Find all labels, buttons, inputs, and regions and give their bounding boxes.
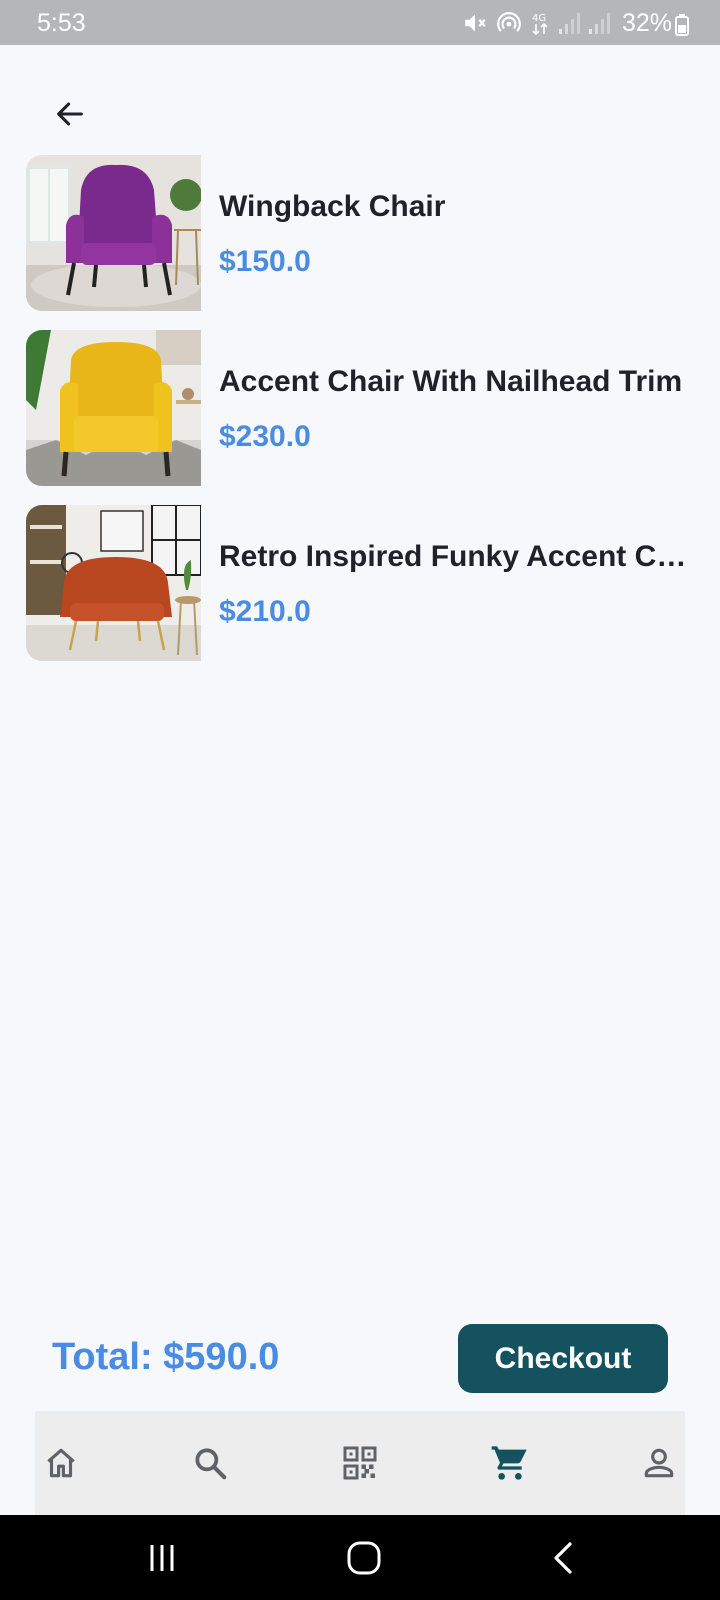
status-icons: 4G 32% [462,8,672,38]
4g-icon: 4G [532,13,548,36]
home-icon [47,1448,75,1478]
checkout-button[interactable]: Checkout [458,1324,668,1393]
nav-home[interactable] [37,1439,85,1487]
status-bar: 5:53 4G 32% [0,0,720,45]
search-icon [195,1448,227,1480]
profile-icon [644,1448,674,1478]
recent-apps-button[interactable] [132,1537,192,1579]
nav-qr-scan[interactable] [336,1439,384,1487]
product-image [26,330,201,486]
arrow-back-icon [57,102,83,126]
product-price: $210.0 [219,595,311,628]
back-button[interactable] [44,88,96,140]
signal-icon [558,13,580,34]
product-name: Accent Chair With Nailhead Trim [219,365,683,398]
nav-profile[interactable] [635,1439,683,1487]
product-name: Wingback Chair [219,190,446,223]
product-image [26,505,201,661]
system-navigation-bar [0,1515,720,1600]
battery-icon [675,14,689,36]
chevron-left-icon [554,1542,572,1574]
nav-search[interactable] [186,1439,234,1487]
svg-text:4G: 4G [532,13,546,24]
home-circle-icon [347,1541,381,1575]
system-back-button[interactable] [534,1537,594,1579]
bottom-navigation [35,1411,685,1515]
product-name: Retro Inspired Funky Accent Ch... [219,540,699,573]
cart-item[interactable]: Wingback Chair $150.0 [26,155,706,311]
qr-code-icon [343,1446,377,1480]
battery-percentage: 32% [621,9,672,37]
cart-icon [491,1446,527,1480]
cart-total: Total: $590.0 [52,1336,280,1378]
cart-item[interactable]: Retro Inspired Funky Accent Ch... $210.0 [26,505,706,661]
hotspot-icon [497,12,521,32]
product-price: $230.0 [219,420,311,453]
nav-cart[interactable] [486,1439,534,1487]
recent-apps-icon [150,1545,174,1571]
mute-icon [465,14,486,32]
home-button[interactable] [334,1537,394,1579]
cart-item[interactable]: Accent Chair With Nailhead Trim $230.0 [26,330,706,486]
product-price: $150.0 [219,245,311,278]
signal-icon-2 [588,13,610,34]
status-time: 5:53 [37,9,86,37]
product-image [26,155,201,311]
